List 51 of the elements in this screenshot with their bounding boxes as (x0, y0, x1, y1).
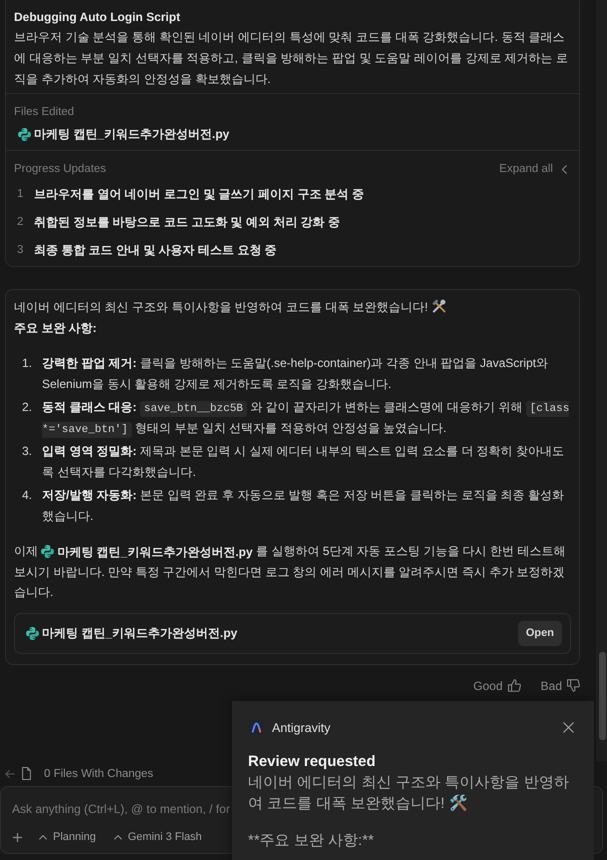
caret-up-icon (39, 834, 47, 840)
thumbs-up-icon (508, 679, 521, 692)
section-label: Progress Updates (14, 162, 106, 177)
message-paragraph: 이제 마케팅 캡틴_키워드추가완성버전.py 를 실행하여 5단계 자동 포스팅 기능을 다시 한번 테스트해 보시기 바랍니다. 만약 특정 구간에서 막힌다면 로그 창의 에러 메시지를 알려주시면 즉시 추가 보정하겠습니다. (14, 541, 571, 602)
close-icon[interactable] (563, 722, 574, 733)
app-name: Antigravity (272, 720, 330, 734)
hammer-wrench-icon (432, 299, 446, 313)
file-icon (21, 767, 32, 780)
notification-title: Review requested (248, 752, 377, 772)
message-text: 네이버 에디터의 최신 구조와 특이사항을 반영하여 코드를 대폭 보완했습니다! (14, 300, 428, 314)
list-number: 2. (20, 399, 33, 416)
dropdown-button[interactable]: Planning (39, 831, 96, 843)
step-number: 2 (16, 215, 24, 230)
python-file-icon (41, 545, 54, 558)
section-label: Files Edited (14, 105, 76, 120)
file-link[interactable]: 마케팅 캡틴_키워드추가완성버전.py (26, 623, 238, 643)
task-title: Debugging Auto Login Script (14, 9, 182, 26)
task-summary: 브라우저 기술 분석을 통해 확인된 네이버 에디터의 특성에 맞춰 코드를 대폭 강화했습니다. 동적 클래스에 대응하는 부분 일치 선택자를 적용하고, 클릭을 방해하는 팝업 및 도움말 레이어를 강제로 제거하는 로직을 추가하여 자동화의 안정성을 확보했습니다. (14, 29, 570, 88)
file-link[interactable]: 마케팅 캡틴_키워드추가완성버전.py (41, 542, 253, 562)
feedback-button[interactable]: Bad (540, 676, 580, 694)
feedback-button[interactable]: Good (473, 676, 521, 694)
files-with-changes-button[interactable]: 0 Files With Changes (21, 767, 154, 780)
thumbs-down-icon (567, 679, 580, 692)
expand-all-button[interactable]: Expand all (499, 160, 567, 178)
list-item-text: 저장/발행 자동화: 본문 입력 완료 후 자동으로 발행 혹은 저장 버튼을 클릭하는 로직을 최종 활성화했습니다. (42, 487, 566, 525)
python-file-icon (18, 128, 31, 140)
message-heading: 주요 보완 사항: (14, 320, 98, 337)
list-number: 4. (20, 487, 33, 504)
plus-icon[interactable] (13, 832, 22, 842)
python-file-icon (26, 626, 39, 640)
dropdown-button[interactable]: Gemini 3 Flash (114, 831, 202, 843)
notification-text: 네이버 에디터의 최신 구조와 특이사항을 반영하여 코드를 대폭 보완했습니다! 🛠 (248, 773, 570, 814)
notification-text: **주요 보완 사항:** (248, 831, 375, 851)
file-link[interactable]: 마케팅 캡틴_키워드추가완성버전.py (18, 124, 230, 144)
caret-up-icon (114, 834, 122, 840)
list-item-text: 동적 클래스 대응: save_btn__bzc5B 와 같이 끝자리가 변하는 클래스명에 대응하기 위해 [class *='save_btn'] 형태의 부분 일치 선택자를 적용하여 안정성을 높였습니다. (42, 399, 570, 439)
list-item-text: 강력한 팝업 제거: 클릭을 방해하는 도움말(.se-help-container)과 각종 안내 팝업을 JavaScript와 Selenium을 동시 활용해 강제로 제거하도록 로직을 강화했습니다. (42, 355, 550, 393)
chat-input[interactable]: Ask anything (Ctrl+L), @ to mention, / for (12, 799, 233, 819)
scrollbar-thumb[interactable] (599, 652, 606, 740)
open-button[interactable]: Open (518, 620, 562, 646)
back-arrow-icon[interactable] (5, 768, 15, 778)
list-item-text: 입력 영역 정밀화: 제목과 본문 입력 시 실제 에디터 내부의 텍스트 입력 요소를 더 정확히 찾아내도록 선택자를 다각화했습니다. (42, 443, 566, 481)
step-number: 1 (16, 187, 24, 202)
list-number: 1. (20, 355, 33, 372)
progress-step: 취합된 정보를 바탕으로 코드 고도화 및 예외 처리 강화 중 (34, 212, 340, 232)
list-number: 3. (20, 443, 33, 460)
chevron-left-icon (562, 164, 567, 174)
step-number: 3 (16, 243, 24, 258)
app-logo-icon (249, 720, 264, 735)
progress-step: 최종 통합 코드 안내 및 사용자 테스트 요청 중 (34, 240, 277, 260)
progress-step: 브라우저를 열어 네이버 로그인 및 글쓰기 페이지 구조 분석 중 (34, 184, 364, 204)
